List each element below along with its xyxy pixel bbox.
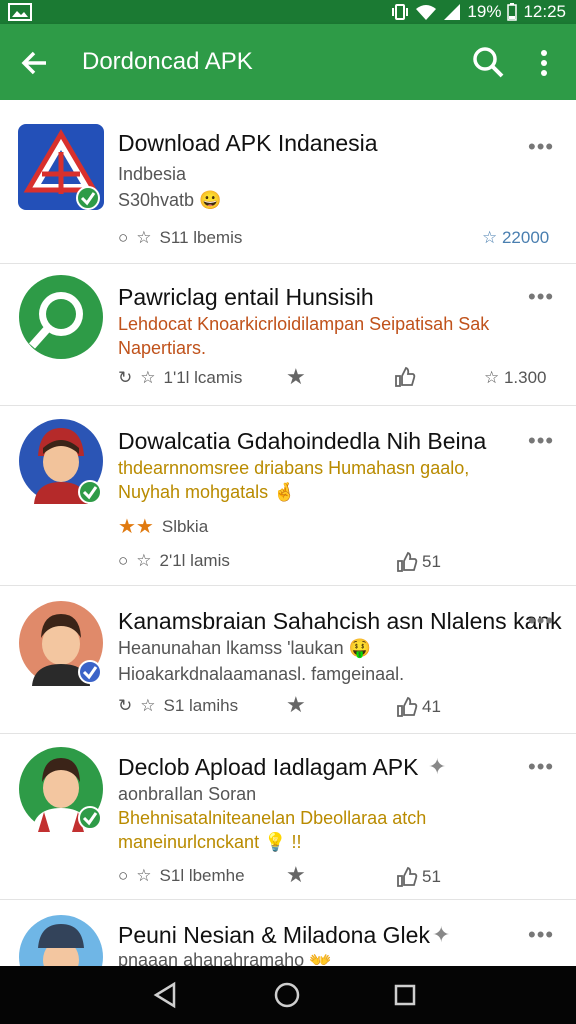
thumb-count: 41 <box>422 697 441 716</box>
refresh-icon: ↻ <box>118 368 133 387</box>
app-description: pnaaan ahanahramaho 👐 <box>118 950 332 966</box>
circle-home-icon[interactable] <box>272 980 302 1010</box>
avatar <box>19 915 103 966</box>
stars-row: ★★ Slbkia <box>118 514 208 539</box>
app-description: Bhehnisatalniteanelan Dbeollaraa atch <box>118 808 427 828</box>
more-horiz-icon[interactable]: ••• <box>528 428 554 454</box>
star-icon[interactable]: ★ <box>286 862 306 888</box>
arrow-left-icon[interactable] <box>18 46 52 80</box>
avatar <box>19 601 103 686</box>
thumb-up-icon[interactable] <box>396 551 418 573</box>
app-description: thdearnnomsree driabans Humahasn gaalo, <box>118 458 470 478</box>
thumb-rating[interactable]: 51 <box>396 866 441 888</box>
thumb-up-icon[interactable] <box>394 366 416 388</box>
app-description: Heanunahan lkamss 'laukan 🤑 <box>118 638 371 658</box>
thumb-count: 51 <box>422 552 441 571</box>
list-item[interactable]: Pawriclag entail Hunsisih Lehdocat Knoar… <box>0 264 576 406</box>
star-filled-icon: ★★ <box>118 516 154 538</box>
more-horiz-icon[interactable]: ••• <box>528 754 554 780</box>
more-horiz-icon[interactable]: ••• <box>528 922 554 948</box>
star-icon[interactable]: ★ <box>286 364 306 390</box>
download-count: 1'1l lcamis <box>163 368 243 387</box>
app-meta: ↻ ☆ 1'1l lcamis <box>118 368 242 388</box>
avatar <box>19 419 103 504</box>
app-name: Declob Apload Iadlagam APK <box>118 754 419 780</box>
app-description-cont: Nuyhah mohgatals 🤞 <box>118 482 296 502</box>
gallery-notification-icon <box>8 3 32 21</box>
sparkle-icon: ✦ <box>428 754 447 779</box>
app-description-cont: Hioakarkdnalaamanasl. famgeinaal. <box>118 664 405 684</box>
search-icon[interactable] <box>470 44 506 80</box>
star-outline-icon: ☆ <box>136 866 152 885</box>
app-icon <box>19 275 103 359</box>
triangle-back-icon[interactable] <box>150 980 180 1010</box>
status-bar: 19% 12:25 <box>0 0 576 24</box>
list-item[interactable]: Dowalcatia Gdahoindedla Nih Beina thdear… <box>0 406 576 586</box>
battery-icon <box>507 3 518 21</box>
clock: 12:25 <box>523 2 566 21</box>
app-meta: ↻ ☆ S1 lamihs <box>118 696 238 716</box>
app-meta: ○ ☆ S1l lbemhe <box>118 866 245 886</box>
thumb-rating[interactable]: 51 <box>396 551 441 573</box>
list-item[interactable]: Peuni Nesian & Miladona Glek ✦ pnaaan ah… <box>0 900 576 966</box>
app-description: Lehdocat Knoarkicrloidilampan Seipatisah… <box>118 314 490 334</box>
rating-count: ☆ 22000 <box>482 228 550 247</box>
download-count: S11 lbemis <box>159 228 243 247</box>
star-outline-icon: ☆ <box>140 368 156 387</box>
sparkle-icon: ✦ <box>432 922 451 947</box>
thumb-up-icon[interactable] <box>396 696 418 718</box>
circle-icon: ○ <box>118 866 129 885</box>
rating-count: ☆ 1.300 <box>484 368 547 387</box>
list-item[interactable]: Declob Apload Iadlagam APK ✦ aonbraIlan … <box>0 734 576 900</box>
more-horiz-icon[interactable]: ••• <box>528 134 554 160</box>
download-count: S1l lbemhe <box>159 866 245 885</box>
more-horiz-icon[interactable]: ••• <box>528 608 554 634</box>
app-meta: ○ ☆ S11 lbemis <box>118 228 242 248</box>
navigation-bar <box>0 966 576 1024</box>
signal-icon <box>444 4 461 20</box>
app-category: aonbraIlan Soran <box>118 784 257 804</box>
star-outline-icon: ☆ <box>136 551 152 570</box>
app-category: Indbesia <box>118 164 187 184</box>
refresh-icon: ↻ <box>118 696 133 715</box>
list-item[interactable]: Kanamsbraian Sahahcish asn Nlalens kank … <box>0 586 576 734</box>
more-vert-icon[interactable] <box>530 46 558 80</box>
app-name: Dowalcatia Gdahoindedla Nih Beina <box>118 428 487 454</box>
download-count: S1 lamihs <box>163 696 239 715</box>
circle-icon: ○ <box>118 228 129 247</box>
app-name: Pawriclag entail Hunsisih <box>118 284 374 310</box>
app-subtitle: S30hvatb 😀 <box>118 190 222 210</box>
app-bar-title: Dordoncad APK <box>82 48 253 75</box>
app-name: Download APK Indanesia <box>118 130 378 156</box>
app-name: Kanamsbraian Sahahcish asn Nlalens kank <box>118 608 562 634</box>
stars-label: Slbkia <box>161 516 209 536</box>
battery-level: 19% <box>467 2 502 21</box>
app-description-cont: Napertiars. <box>118 338 207 358</box>
app-meta: ○ ☆ 2'1l lamis <box>118 551 230 571</box>
wifi-icon <box>416 5 437 20</box>
thumb-rating[interactable]: 41 <box>396 696 441 718</box>
more-horiz-icon[interactable]: ••• <box>528 284 554 310</box>
star-outline-icon: ☆ <box>136 228 152 247</box>
app-bar: Dordoncad APK <box>0 24 576 100</box>
square-recents-icon[interactable] <box>390 980 420 1010</box>
app-list: Download APK Indanesia Indbesia S30hvatb… <box>0 100 576 966</box>
vibrate-icon <box>392 4 409 20</box>
list-item[interactable]: Download APK Indanesia Indbesia S30hvatb… <box>0 100 576 264</box>
thumb-up-icon[interactable] <box>396 866 418 888</box>
app-name: Peuni Nesian & Miladona Glek <box>118 922 430 948</box>
star-icon[interactable]: ★ <box>286 692 306 718</box>
avatar <box>19 747 103 832</box>
app-description-cont: maneinurlcnckant 💡 !! <box>118 832 302 852</box>
thumb-count: 51 <box>422 867 441 886</box>
circle-icon: ○ <box>118 551 129 570</box>
app-icon <box>18 124 104 210</box>
star-outline-icon: ☆ <box>140 696 156 715</box>
download-count: 2'1l lamis <box>159 551 230 570</box>
